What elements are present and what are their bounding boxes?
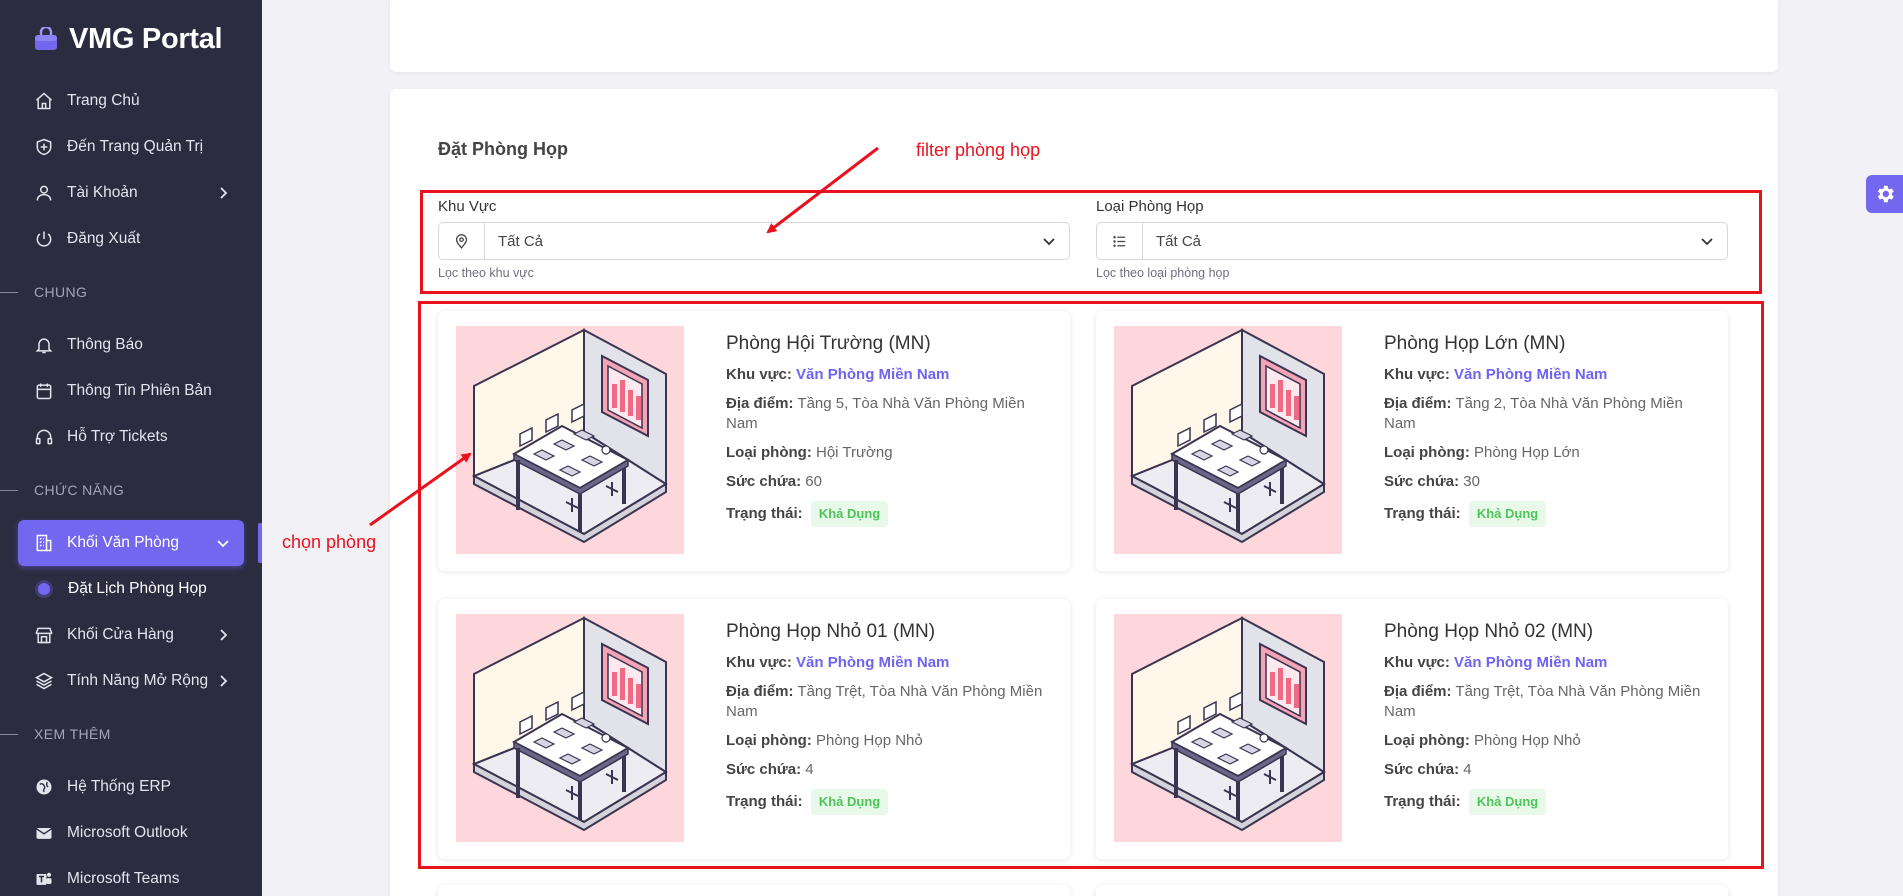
sidebar-item-label: Khối Văn Phòng — [67, 534, 180, 551]
globe-icon — [33, 776, 55, 798]
sidebar-item-account[interactable]: Tài Khoản — [18, 170, 244, 216]
sidebar-item-extensions[interactable]: Tính Năng Mở Rộng — [18, 658, 244, 704]
sidebar-item-label: Microsoft Teams — [67, 870, 180, 887]
room-card-partial[interactable] — [438, 885, 1070, 896]
sidebar-item-label: Đặt Lịch Phòng Họp — [68, 580, 207, 597]
sidebar-item-label: Microsoft Outlook — [67, 824, 188, 841]
sidebar-item-label: Đăng Xuất — [67, 230, 141, 247]
sidebar-item-office[interactable]: Khối Văn Phòng — [18, 520, 244, 566]
settings-button[interactable] — [1866, 175, 1903, 213]
store-icon — [33, 624, 55, 646]
chevron-right-icon — [220, 675, 228, 687]
sidebar-item-home[interactable]: Trang Chủ — [18, 78, 244, 124]
section-header-xem-them: XEM THÊM — [0, 704, 262, 764]
mail-icon — [33, 822, 55, 844]
calendar-icon — [33, 380, 55, 402]
sidebar-item-label: Tính Năng Mở Rộng — [67, 672, 209, 689]
sidebar-item-outlook[interactable]: Microsoft Outlook — [18, 810, 244, 856]
sidebar-item-notifications[interactable]: Thông Báo — [18, 322, 244, 368]
page-title: Đặt Phòng Họp — [438, 139, 568, 159]
user-icon — [33, 182, 55, 204]
section-header-chuc-nang: CHỨC NĂNG — [0, 460, 262, 520]
home-icon — [33, 90, 55, 112]
sidebar-item-label: Khối Cửa Hàng — [67, 626, 174, 643]
sidebar: VMG Portal Trang Chủ Đến Trang Quản Trị … — [0, 0, 262, 896]
sidebar-item-logout[interactable]: Đăng Xuất — [18, 216, 244, 262]
room-card-partial[interactable] — [1096, 885, 1728, 896]
teams-icon — [33, 868, 55, 890]
sidebar-item-label: Thông Báo — [67, 336, 143, 353]
bag-logo-icon — [35, 27, 57, 50]
layers-icon — [33, 670, 55, 692]
sidebar-item-label: Đến Trang Quản Trị — [67, 138, 204, 155]
top-card — [390, 0, 1778, 72]
filter-annotation-label: filter phòng họp — [916, 140, 1041, 160]
sidebar-item-stores[interactable]: Khối Cửa Hàng — [18, 612, 244, 658]
sidebar-item-label: Thông Tin Phiên Bản — [67, 382, 212, 399]
shield-icon — [33, 136, 55, 158]
gear-icon — [1877, 185, 1894, 203]
sidebar-item-room-booking[interactable]: Đặt Lịch Phòng Họp — [18, 566, 244, 612]
choose-room-annotation-label: chọn phòng — [282, 532, 377, 552]
sidebar-item-erp[interactable]: Hệ Thống ERP — [18, 764, 244, 810]
sidebar-item-label: Hệ Thống ERP — [67, 778, 171, 795]
chevron-down-icon — [217, 540, 229, 548]
chevron-right-icon — [220, 629, 228, 641]
filter-highlight-box — [420, 190, 1762, 294]
power-icon — [33, 228, 55, 250]
sidebar-item-teams[interactable]: Microsoft Teams — [18, 856, 244, 896]
section-header-chung: CHUNG — [0, 262, 262, 322]
sidebar-item-admin[interactable]: Đến Trang Quản Trị — [18, 124, 244, 170]
headset-icon — [33, 426, 55, 448]
sidebar-item-label: Hỗ Trợ Tickets — [67, 428, 168, 445]
sidebar-item-tickets[interactable]: Hỗ Trợ Tickets — [18, 414, 244, 460]
sidebar-item-label: Tài Khoản — [67, 184, 138, 201]
chevron-right-icon — [220, 187, 228, 199]
brand[interactable]: VMG Portal — [0, 0, 262, 78]
rooms-highlight-box — [418, 301, 1764, 869]
app-name: VMG Portal — [69, 22, 223, 55]
building-icon — [33, 532, 55, 554]
sidebar-item-label: Trang Chủ — [67, 92, 140, 109]
sidebar-item-version[interactable]: Thông Tin Phiên Bản — [18, 368, 244, 414]
active-indicator — [258, 523, 262, 563]
active-dot-icon — [38, 583, 50, 595]
bell-icon — [33, 334, 55, 356]
